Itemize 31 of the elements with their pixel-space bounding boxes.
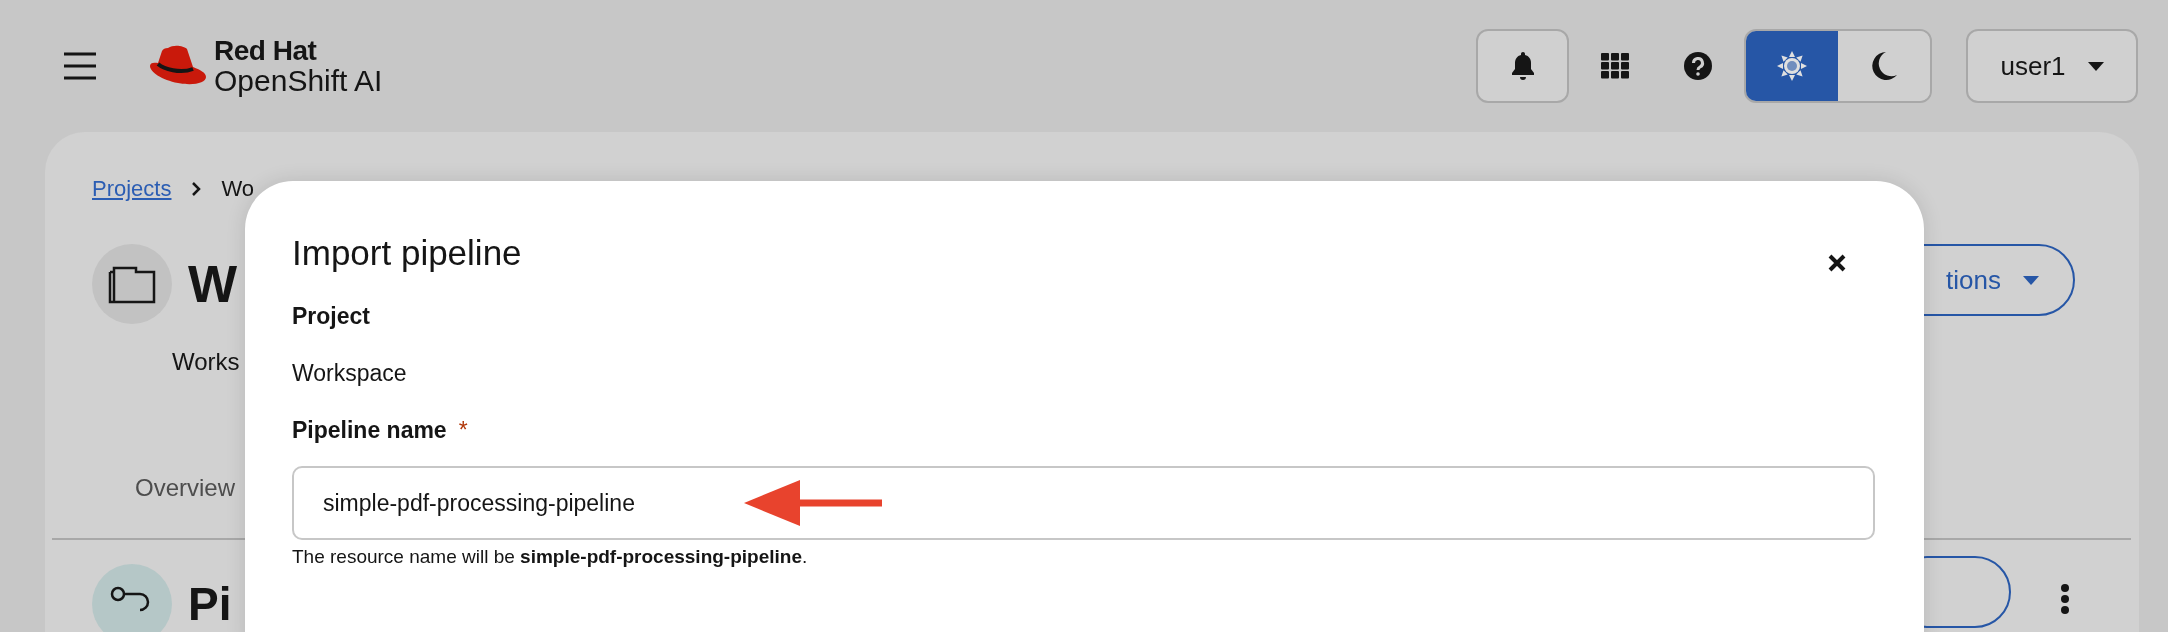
app-grid-icon [1601, 53, 1629, 79]
theme-toggle-button[interactable] [1838, 31, 1930, 101]
moon-icon [1870, 51, 1898, 81]
brand-name: Red Hat [214, 35, 318, 65]
notifications-button[interactable] [1476, 29, 1569, 103]
breadcrumb-current: Wo [221, 176, 255, 202]
section-title: Pi [188, 577, 232, 631]
project-title: W [188, 254, 238, 314]
menu-icon[interactable] [62, 52, 98, 80]
tab[interactable]: Overview [135, 474, 236, 502]
user-menu-button[interactable]: user1 [1966, 29, 2138, 103]
project-description: Works [172, 348, 240, 376]
kebab-icon[interactable] [2061, 584, 2069, 614]
field-label: Pipeline name [292, 417, 447, 444]
chevron-right-icon [191, 182, 202, 196]
helper-text: The resource name will be simple-pdf-processing-pipeline. [292, 546, 809, 568]
pipeline-name-field[interactable]: simple-pdf-processing-pipeline [292, 466, 1875, 540]
caret-icon [2023, 275, 2039, 285]
theme-toggle-button[interactable] [1746, 31, 1838, 101]
field-label: Project [292, 303, 370, 330]
dialog-title: Import pipeline [292, 233, 522, 273]
product-name: OpenShift AI [214, 64, 383, 97]
field-value: Workspace [292, 360, 408, 387]
required-mark: * [458, 417, 468, 444]
help-icon [1684, 52, 1712, 80]
close-button[interactable] [1827, 253, 1847, 273]
bell-icon [1509, 51, 1536, 81]
pipeline-icon [92, 564, 172, 632]
breadcrumb-link[interactable]: Projects [92, 176, 172, 202]
caret-icon [2087, 61, 2104, 71]
sun-icon [1777, 51, 1807, 81]
